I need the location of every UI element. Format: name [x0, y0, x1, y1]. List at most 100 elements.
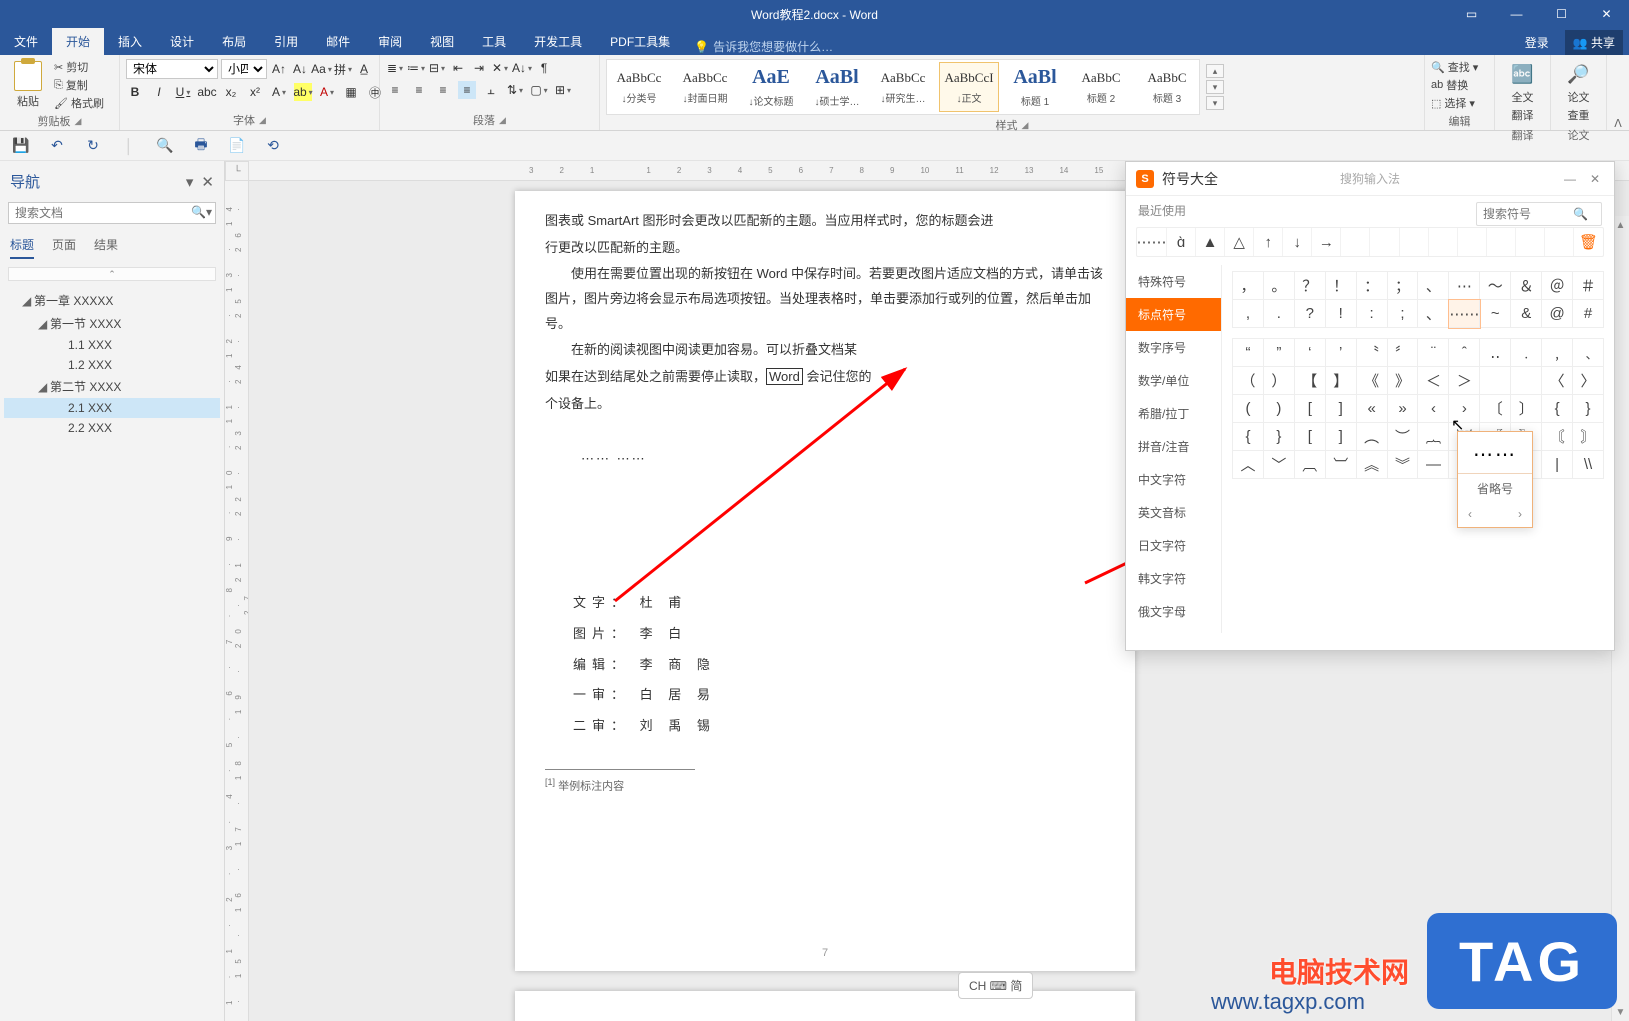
- increase-font-icon[interactable]: A↑: [270, 60, 288, 78]
- tab-home[interactable]: 开始: [52, 28, 104, 55]
- style-gallery[interactable]: AaBbCc↓分类号AaBbCc↓封面日期AaE↓论文标题AaBl↓硕士学…Aa…: [606, 59, 1200, 115]
- tab-file[interactable]: 文件: [0, 28, 52, 55]
- symbol-cell[interactable]: 〕: [1511, 395, 1542, 423]
- tell-me-search[interactable]: 💡 告诉我您想要做什么…: [694, 38, 833, 55]
- symbol-cell[interactable]: ︵: [1357, 423, 1388, 451]
- qat-redo-icon[interactable]: ↻: [84, 137, 102, 154]
- symbol-cell[interactable]: ›: [1449, 395, 1480, 423]
- nav-tab-results[interactable]: 结果: [94, 236, 118, 259]
- para-dialog-icon[interactable]: ◢: [499, 115, 506, 126]
- login-button[interactable]: 登录: [1517, 30, 1557, 55]
- symbol-category[interactable]: 制表符: [1126, 628, 1221, 633]
- nav-tree-node[interactable]: 2.2 XXX: [4, 418, 220, 438]
- asian-layout-icon[interactable]: ✕: [491, 59, 509, 77]
- distribute-icon[interactable]: ⫠: [482, 81, 500, 99]
- tab-view[interactable]: 视图: [416, 28, 468, 55]
- symbol-cell[interactable]: 《: [1357, 367, 1388, 395]
- ruler-corner[interactable]: └: [225, 161, 249, 181]
- char-border-icon[interactable]: A̲: [355, 60, 373, 78]
- recent-symbol[interactable]: ↓: [1283, 228, 1312, 256]
- numbering-icon[interactable]: ≔: [407, 59, 425, 77]
- symbol-cell[interactable]: ‹: [1418, 395, 1449, 423]
- symbol-cell[interactable]: ‘: [1295, 339, 1326, 367]
- decrease-font-icon[interactable]: A↓: [291, 60, 309, 78]
- tab-references[interactable]: 引用: [260, 28, 312, 55]
- qat-undo-icon[interactable]: ↶: [48, 137, 66, 154]
- symbol-cell[interactable]: .: [1264, 300, 1295, 328]
- document-page-next[interactable]: [515, 991, 1135, 1021]
- symbol-cell[interactable]: ︿: [1233, 451, 1264, 479]
- symbol-cell[interactable]: —: [1418, 451, 1449, 479]
- qat-save-icon[interactable]: 💾: [12, 137, 30, 154]
- symbol-cell[interactable]: «: [1357, 395, 1388, 423]
- recent-symbol-empty[interactable]: [1400, 228, 1429, 256]
- tab-layout[interactable]: 布局: [208, 28, 260, 55]
- symbol-cell[interactable]: 〔: [1480, 395, 1511, 423]
- tab-insert[interactable]: 插入: [104, 28, 156, 55]
- symbol-cell[interactable]: ︾: [1388, 451, 1419, 479]
- symbol-cell[interactable]: ﹑: [1573, 339, 1604, 367]
- vertical-ruler[interactable]: 1 · 1 · 2 · 3 · 4 · 5 · 6 · 7 · 8 · 9 · …: [225, 181, 249, 1021]
- align-justify-icon[interactable]: ≡: [458, 81, 476, 99]
- format-painter-button[interactable]: 🖌 格式刷: [54, 95, 104, 111]
- symbol-search[interactable]: 🔍: [1476, 202, 1602, 226]
- symbol-cell[interactable]: ): [1264, 395, 1295, 423]
- recent-symbol-empty[interactable]: [1487, 228, 1516, 256]
- symbol-category[interactable]: 日文字符: [1126, 529, 1221, 562]
- symbol-cell[interactable]: ’: [1326, 339, 1357, 367]
- symbol-cell[interactable]: |: [1542, 451, 1573, 479]
- symbol-cell[interactable]: ！: [1326, 272, 1357, 300]
- align-center-icon[interactable]: ≡: [410, 81, 428, 99]
- recent-symbol-empty[interactable]: [1429, 228, 1458, 256]
- symbol-cell[interactable]: ]: [1326, 423, 1357, 451]
- ribbon-options-icon[interactable]: ▭: [1449, 0, 1494, 28]
- symbol-cell[interactable]: ˆ: [1449, 339, 1480, 367]
- symbol-cell[interactable]: ﹒: [1511, 339, 1542, 367]
- symbol-cell[interactable]: @: [1542, 300, 1573, 328]
- symbol-cell[interactable]: ,: [1233, 300, 1264, 328]
- symbol-cell[interactable]: [: [1295, 395, 1326, 423]
- tab-developer[interactable]: 开发工具: [520, 28, 596, 55]
- symbol-category[interactable]: 英文音标: [1126, 496, 1221, 529]
- select-button[interactable]: ⬚ 选择 ▾: [1431, 95, 1488, 111]
- symbol-cell[interactable]: ︷: [1418, 423, 1449, 451]
- qat-field-icon[interactable]: ⟲: [264, 137, 282, 154]
- style-scroll-up[interactable]: ▴: [1206, 64, 1224, 78]
- copy-button[interactable]: ⎘ 复制: [54, 77, 104, 93]
- symbol-category[interactable]: 标点符号: [1126, 298, 1221, 331]
- bold-icon[interactable]: B: [126, 83, 144, 101]
- qat-preview-icon[interactable]: 🔍: [156, 137, 174, 154]
- symbol-category[interactable]: 中文字符: [1126, 463, 1221, 496]
- recent-symbol-empty[interactable]: [1545, 228, 1574, 256]
- style-item[interactable]: AaBbCc↓分类号: [609, 62, 669, 112]
- tab-mailings[interactable]: 邮件: [312, 28, 364, 55]
- recent-symbol[interactable]: ⋯⋯: [1137, 228, 1167, 256]
- font-dialog-icon[interactable]: ◢: [259, 115, 266, 126]
- symbol-cell[interactable]: 。: [1264, 272, 1295, 300]
- recent-symbol[interactable]: △: [1225, 228, 1254, 256]
- symbol-search-input[interactable]: [1483, 207, 1573, 221]
- style-item[interactable]: AaBbCcI↓正文: [939, 62, 999, 112]
- recent-symbol[interactable]: →: [1312, 228, 1341, 256]
- recent-symbol-empty[interactable]: [1370, 228, 1399, 256]
- align-right-icon[interactable]: ≡: [434, 81, 452, 99]
- symbol-cell[interactable]: ⋯: [1449, 272, 1480, 300]
- ime-indicator[interactable]: CH ⌨ 简: [958, 972, 1033, 999]
- styles-dialog-icon[interactable]: ◢: [1022, 120, 1029, 131]
- symbol-cell[interactable]: [: [1295, 423, 1326, 451]
- nav-pane-dropdown-icon[interactable]: ▾: [186, 173, 194, 191]
- collapse-ribbon-icon[interactable]: ᐱ: [1607, 55, 1629, 130]
- nav-tree-node[interactable]: ◢第一章 XXXXX: [4, 289, 220, 312]
- symbol-cell[interactable]: ]: [1326, 395, 1357, 423]
- paste-button[interactable]: 粘贴: [6, 61, 50, 109]
- nav-expand-button[interactable]: ⌃: [8, 267, 216, 281]
- symbol-cell[interactable]: ；: [1388, 272, 1419, 300]
- symbol-cell[interactable]: ﹀: [1264, 451, 1295, 479]
- qat-layout-icon[interactable]: 📄: [228, 137, 246, 154]
- symbol-cell[interactable]: (: [1233, 395, 1264, 423]
- indent-inc-icon[interactable]: ⇥: [470, 59, 488, 77]
- symbol-cell[interactable]: ﹐: [1542, 339, 1573, 367]
- qat-print-icon[interactable]: 🖶: [192, 134, 210, 158]
- highlight-icon[interactable]: ab: [294, 83, 312, 101]
- symbol-cell[interactable]: ＆: [1511, 272, 1542, 300]
